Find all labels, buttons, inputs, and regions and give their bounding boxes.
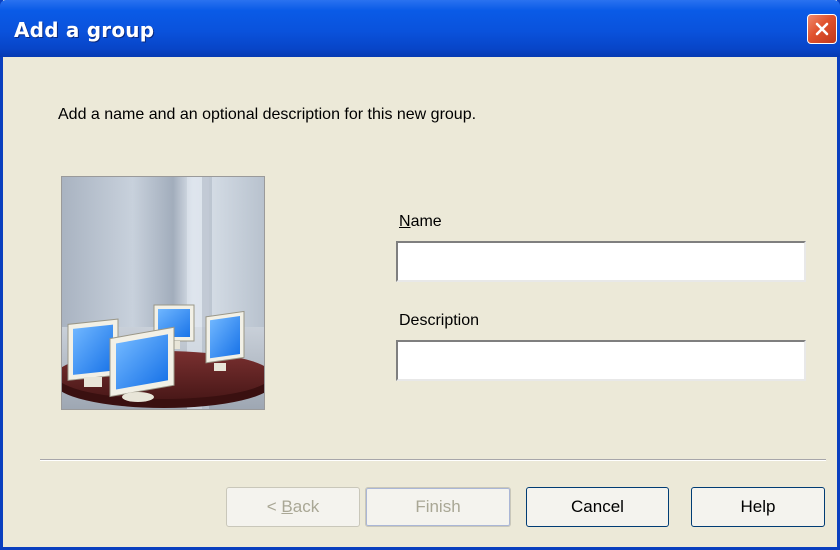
name-label: Name (399, 213, 442, 230)
help-button[interactable]: Help (691, 487, 825, 527)
description-input[interactable] (396, 340, 806, 381)
window-title: Add a group (14, 18, 155, 42)
separator (40, 459, 826, 461)
close-icon (815, 22, 829, 36)
name-input[interactable] (396, 241, 806, 282)
close-button[interactable] (807, 14, 837, 44)
finish-button[interactable]: Finish (365, 487, 511, 527)
title-bar[interactable]: Add a group (0, 0, 840, 57)
description-label: Description (399, 312, 480, 329)
add-group-dialog: Add a group Add a name and an optional d… (0, 0, 840, 550)
group-computers-illustration (61, 176, 265, 410)
cancel-button[interactable]: Cancel (526, 487, 669, 527)
back-button[interactable]: < Back (226, 487, 360, 527)
instruction-text: Add a name and an optional description f… (58, 106, 477, 123)
